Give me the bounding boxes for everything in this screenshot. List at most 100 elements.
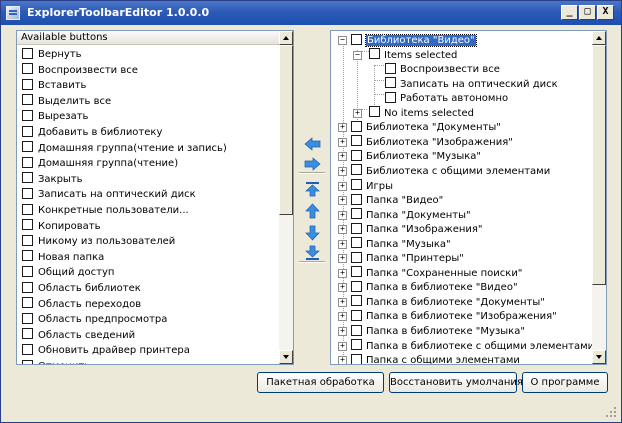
checkbox[interactable] xyxy=(22,125,33,137)
checkbox[interactable] xyxy=(22,47,33,59)
tree-scrollbar[interactable] xyxy=(592,31,606,364)
checkbox[interactable] xyxy=(22,250,33,262)
expand-icon[interactable]: + xyxy=(338,225,347,235)
tree-node[interactable]: Папка "Изображения" xyxy=(351,222,483,237)
tree-node[interactable]: Папка "Видео" xyxy=(351,193,443,208)
checkbox[interactable] xyxy=(351,266,362,278)
resize-grip[interactable] xyxy=(605,406,617,418)
tree-node[interactable]: Работать автономно xyxy=(385,91,508,106)
move-left-icon[interactable] xyxy=(304,136,321,152)
checkbox[interactable] xyxy=(351,324,362,336)
expand-icon[interactable]: + xyxy=(338,283,347,293)
expand-icon[interactable]: + xyxy=(338,341,347,351)
checkbox[interactable] xyxy=(351,353,362,364)
list-item[interactable]: Воспроизвести все xyxy=(22,63,138,78)
tree-node[interactable]: Папка "Документы" xyxy=(351,208,471,223)
scroll-up-button[interactable] xyxy=(279,31,293,45)
checkbox[interactable] xyxy=(351,193,362,205)
checkbox[interactable] xyxy=(351,237,362,249)
tree-node[interactable]: Items selected xyxy=(369,48,457,63)
expand-icon[interactable]: + xyxy=(338,297,347,307)
checkbox[interactable] xyxy=(385,62,396,74)
checkbox[interactable] xyxy=(22,156,33,168)
tree-node[interactable]: Папка в библиотеке "Изображения" xyxy=(351,309,557,324)
checkbox[interactable] xyxy=(351,309,362,321)
list-item[interactable]: Вернуть xyxy=(22,47,82,62)
list-item[interactable]: Обновить драйвер принтера xyxy=(22,343,190,358)
tree-node[interactable]: Папка в библиотеке "Музыка" xyxy=(351,324,525,339)
tree-node[interactable]: Папка с общими элементами xyxy=(351,353,520,364)
tree-node[interactable]: Воспроизвести все xyxy=(385,62,500,77)
expand-icon[interactable]: + xyxy=(338,196,347,206)
available-buttons-list[interactable]: Available buttons Вернуть Воспроизвести в… xyxy=(16,30,294,365)
expand-icon[interactable]: + xyxy=(338,312,347,322)
checkbox[interactable] xyxy=(351,339,362,351)
checkbox[interactable] xyxy=(351,295,362,307)
checkbox[interactable] xyxy=(351,135,362,147)
expand-icon[interactable]: + xyxy=(338,254,347,264)
checkbox[interactable] xyxy=(22,328,33,340)
list-item[interactable]: Домашняя группа(чтение и запись) xyxy=(22,141,227,156)
tree-node[interactable]: Папка в библиотеке "Видео" xyxy=(351,280,518,295)
checkbox[interactable] xyxy=(351,164,362,176)
toolbar-tree[interactable]: − Библиотека "Видео" − Items selected Воспро… xyxy=(330,30,607,365)
checkbox[interactable] xyxy=(351,208,362,220)
list-item[interactable]: Конкретные пользователи... xyxy=(22,203,189,218)
checkbox[interactable] xyxy=(22,203,33,215)
list-item[interactable]: Область сведений xyxy=(22,328,135,343)
tree-node[interactable]: Библиотека "Изображения" xyxy=(351,135,513,150)
checkbox[interactable] xyxy=(22,63,33,75)
scroll-thumb[interactable] xyxy=(592,45,606,285)
tree-node[interactable]: Папка "Сохраненные поиски" xyxy=(351,266,522,281)
tree-node[interactable]: Библиотека с общими элементами xyxy=(351,164,550,179)
expand-icon[interactable]: + xyxy=(338,166,347,176)
checkbox[interactable] xyxy=(351,179,362,190)
tree-node[interactable]: Папка в библиотеке с общими элементами xyxy=(351,339,594,354)
tree-node[interactable]: Библиотека "Видео" xyxy=(351,33,477,48)
checkbox[interactable] xyxy=(351,222,362,234)
list-item[interactable]: Домашняя группа(чтение) xyxy=(22,156,178,171)
checkbox[interactable] xyxy=(351,149,362,161)
expand-icon[interactable]: + xyxy=(338,210,347,220)
list-item[interactable]: Вставить xyxy=(22,78,86,93)
checkbox[interactable] xyxy=(22,234,33,246)
checkbox[interactable] xyxy=(22,172,33,184)
checkbox[interactable] xyxy=(22,343,33,355)
collapse-icon[interactable]: − xyxy=(338,36,347,45)
scroll-down-button[interactable] xyxy=(592,350,606,364)
checkbox[interactable] xyxy=(351,120,362,132)
list-item[interactable]: Область библиотек xyxy=(22,281,141,296)
expand-icon[interactable]: + xyxy=(338,356,347,364)
list-item[interactable]: Область предпросмотра xyxy=(22,312,167,327)
expand-icon[interactable]: + xyxy=(353,108,362,118)
checkbox[interactable] xyxy=(22,359,33,364)
checkbox[interactable] xyxy=(22,78,33,90)
expand-icon[interactable]: + xyxy=(338,239,347,249)
list-item[interactable]: Никому из пользователей xyxy=(22,234,175,249)
checkbox[interactable] xyxy=(351,280,362,292)
about-button[interactable]: О программе xyxy=(522,372,608,393)
tree-node[interactable]: Записать на оптический диск xyxy=(385,77,558,92)
expand-icon[interactable]: + xyxy=(338,137,347,147)
list-item[interactable]: Закрыть xyxy=(22,172,83,187)
move-right-icon[interactable] xyxy=(304,156,321,172)
restore-defaults-button[interactable]: Восстановить умолчания xyxy=(389,372,523,393)
tree-node[interactable]: Библиотека "Музыка" xyxy=(351,149,481,164)
checkbox[interactable] xyxy=(22,297,33,309)
tree-node[interactable]: Папка "Принтеры" xyxy=(351,251,464,266)
checkbox[interactable] xyxy=(385,91,396,103)
batch-processing-button[interactable]: Пакетная обработка xyxy=(257,372,384,393)
close-button[interactable]: X xyxy=(597,5,614,20)
list-item[interactable]: Записать на оптический диск xyxy=(22,187,196,202)
expand-icon[interactable]: + xyxy=(338,152,347,162)
tree-node[interactable]: Папка "Музыка" xyxy=(351,237,451,252)
move-down-icon[interactable] xyxy=(304,225,321,241)
tree-node[interactable]: No items selected xyxy=(369,106,474,121)
title-bar[interactable]: ExplorerToolbarEditor 1.0.0.0 _ □ X xyxy=(1,1,621,25)
expand-icon[interactable]: + xyxy=(338,181,347,191)
checkbox[interactable] xyxy=(22,265,33,277)
checkbox[interactable] xyxy=(22,94,33,106)
list-item[interactable]: Область переходов xyxy=(22,297,141,312)
checkbox[interactable] xyxy=(22,312,33,324)
list-item[interactable]: Отменить xyxy=(22,359,90,364)
